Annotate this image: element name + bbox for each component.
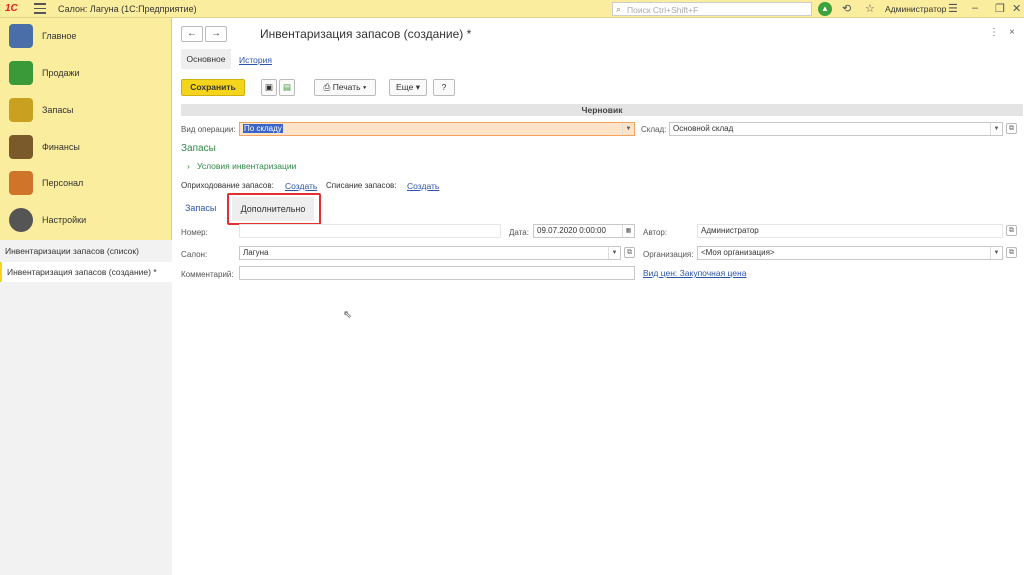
current-user[interactable]: Администратор [885,4,946,14]
sidebar-item-sales[interactable]: Продажи [0,57,172,91]
print-button[interactable]: ⎙ Печать ▾ [314,79,376,96]
section-title-stock: Запасы [181,143,216,154]
open-window-label: Инвентаризация запасов (создание) * [7,267,157,277]
open-window-inventory-create[interactable]: Инвентаризация запасов (создание) * [0,262,172,282]
open-organization-icon[interactable]: ⧉ [1006,247,1017,258]
warehouse-select[interactable]: Основной склад ▼ [669,122,1003,136]
sidebar-item-label: Настройки [42,215,87,225]
inventory-conditions-toggle[interactable]: Условия инвентаризации [197,161,296,171]
sidebar-item-label: Главное [42,31,77,41]
settings-lines-icon[interactable]: ☰ [948,2,958,15]
help-button[interactable]: ? [433,79,455,96]
organization-select[interactable]: <Моя организация> ▼ [697,246,1003,260]
close-icon[interactable]: ✕ [1012,2,1021,15]
more-button[interactable]: Еще ▾ [389,79,427,96]
org-value: <Моя организация> [701,248,775,257]
operation-label: Вид операции: [181,125,236,134]
open-author-icon[interactable]: ⧉ [1006,225,1017,236]
restore-icon[interactable]: ❐ [995,2,1005,15]
sidebar-item-label: Финансы [42,142,80,152]
notifications-bell-icon[interactable]: ▲ [818,2,832,16]
receipt-label: Оприходование запасов: [181,181,274,190]
writeoff-create-link[interactable]: Создать [407,181,439,191]
save-button[interactable]: Сохранить [181,79,245,96]
operation-value: По складу [243,124,283,133]
comment-field[interactable] [239,266,635,280]
print-label: Печать [332,82,361,92]
printer-icon: ⎙ [323,82,333,92]
comment-label: Комментарий: [181,270,234,279]
open-salon-icon[interactable]: ⧉ [624,247,635,258]
tab-main[interactable]: Основное [181,49,231,69]
title-bar: 1С Салон: Лагуна (1С:Предприятие) ⌕ Поис… [0,0,1024,18]
salon-select[interactable]: Лагуна ▼ [239,246,621,260]
app-logo: 1С [5,3,18,14]
sidebar-item-main[interactable]: Главное [0,20,172,54]
salon-value: Лагуна [243,248,269,257]
chevron-down-icon[interactable]: ▼ [608,247,620,259]
sidebar: Главное Продажи Запасы Финансы Персонал … [0,18,172,575]
date-value: 09.07.2020 0:00:00 [537,226,606,235]
app-title: Салон: Лагуна (1С:Предприятие) [58,4,197,14]
date-label: Дата: [509,228,529,237]
save-disk-icon[interactable]: ▣ [261,79,277,96]
open-window-inventory-list[interactable]: Инвентаризации запасов (список) [0,241,172,261]
favorites-star-icon[interactable]: ☆ [865,2,875,15]
operation-select[interactable]: По складу ▼ [239,122,635,136]
warehouse-value: Основной склад [673,124,734,133]
warehouse-label: Склад: [641,125,667,134]
highlight-frame [227,193,321,225]
search-placeholder: Поиск Ctrl+Shift+F [627,5,699,15]
wallet-icon [9,135,33,159]
sales-chart-icon [9,61,33,85]
post-document-icon[interactable]: ▤ [279,79,295,96]
tab-history[interactable]: История [239,55,272,65]
sidebar-item-stock[interactable]: Запасы [0,94,172,128]
sidebar-item-label: Персонал [42,178,84,188]
chevron-down-icon[interactable]: ▼ [990,247,1002,259]
gear-icon [9,208,33,232]
date-field[interactable]: 09.07.2020 0:00:00 ▦ [533,224,635,238]
sidebar-item-finance[interactable]: Финансы [0,131,172,165]
main-menu-icon[interactable] [34,3,46,14]
author-value: Администратор [701,226,759,235]
sidebar-item-staff[interactable]: Персонал [0,167,172,201]
form-more-icon[interactable]: ⋮ [989,27,999,38]
sidebar-item-label: Продажи [42,68,80,78]
global-search-input[interactable]: ⌕ Поиск Ctrl+Shift+F [612,2,812,16]
minimize-icon[interactable]: – [972,2,978,14]
form-area: ← → Инвентаризация запасов (создание) * … [173,18,1024,575]
author-field: Администратор [697,224,1003,238]
history-icon[interactable]: ⟲ [842,2,851,15]
forward-button[interactable]: → [205,26,227,42]
more-label: Еще [396,82,414,92]
number-label: Номер: [181,228,208,237]
main-icon [9,24,33,48]
chevron-down-icon[interactable]: ▼ [622,123,634,135]
number-field[interactable] [239,224,501,238]
open-windows-panel [0,240,172,575]
chevron-right-icon[interactable]: › [187,161,190,171]
price-type-link[interactable]: Вид цен: Закупочная цена [643,268,746,278]
org-label: Организация: [643,250,694,259]
salon-label: Салон: [181,250,208,259]
document-status: Черновик [181,104,1023,116]
stock-icon [9,98,33,122]
open-window-label: Инвентаризации запасов (список) [5,246,139,256]
form-close-icon[interactable]: × [1009,27,1015,38]
receipt-create-link[interactable]: Создать [285,181,317,191]
sidebar-item-settings[interactable]: Настройки [0,204,172,238]
writeoff-label: Списание запасов: [326,181,397,190]
tab-stock[interactable]: Запасы [185,203,216,213]
back-button[interactable]: ← [181,26,203,42]
staff-icon [9,171,33,195]
search-icon: ⌕ [616,4,622,14]
author-label: Автор: [643,228,668,237]
sidebar-item-label: Запасы [42,105,74,115]
calendar-icon[interactable]: ▦ [622,225,634,237]
mouse-cursor-icon: ⇖ [343,309,353,321]
form-title: Инвентаризация запасов (создание) * [260,27,472,41]
open-warehouse-icon[interactable]: ⧉ [1006,123,1017,134]
chevron-down-icon[interactable]: ▼ [990,123,1002,135]
